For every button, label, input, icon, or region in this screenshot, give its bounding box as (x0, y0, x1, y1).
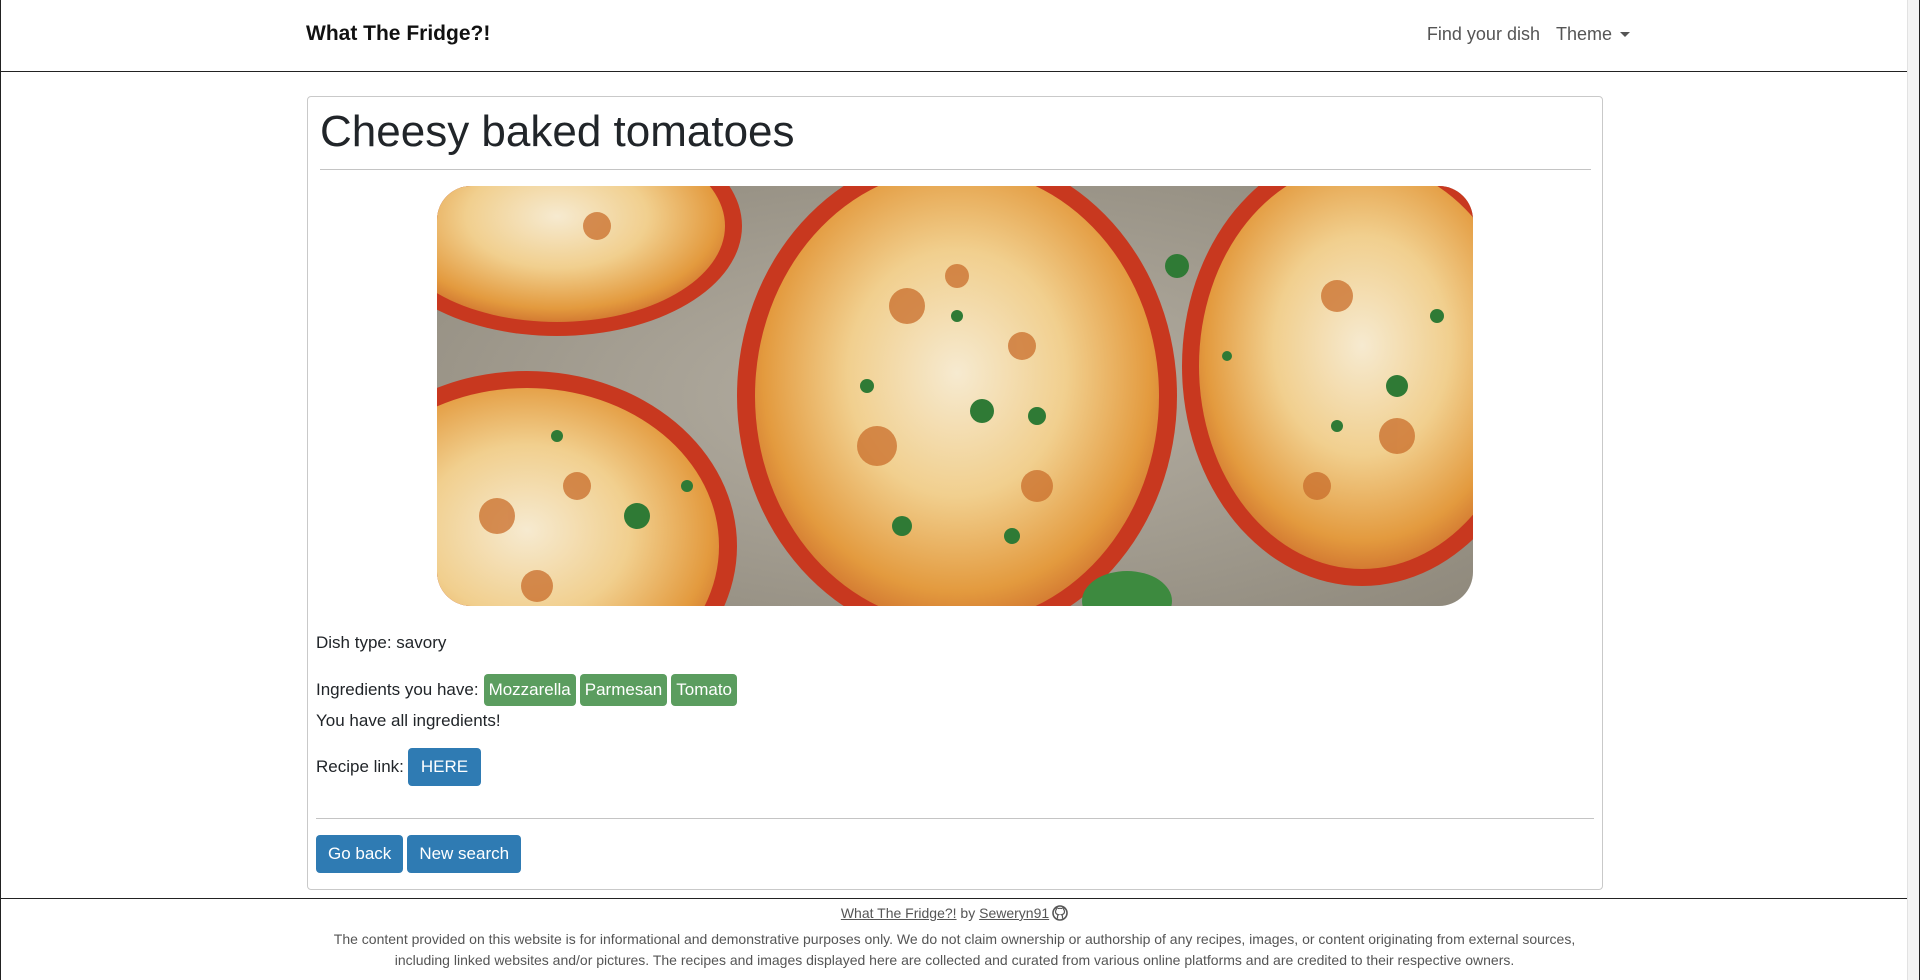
footer-by: by (960, 905, 976, 921)
nav-link-find-your-dish[interactable]: Find your dish (1427, 24, 1540, 45)
recipe-title: Cheesy baked tomatoes (320, 107, 795, 156)
recipe-link-row: Recipe link: HERE (316, 748, 482, 786)
card-actions: Go back New search (316, 835, 522, 873)
dish-type: Dish type: savory (316, 633, 447, 652)
title-divider (320, 169, 1591, 170)
vertical-scrollbar[interactable] (1907, 0, 1919, 980)
theme-dropdown-label: Theme (1555, 24, 1612, 44)
nav-links: Find your dish Theme (1427, 24, 1630, 45)
ingredient-badge-tomato: Tomato (671, 674, 737, 706)
recipe-card: Cheesy baked tomatoes Dish type: savory … (307, 96, 1603, 890)
navbar: What The Fridge?! Find your dish Theme (1, 0, 1908, 72)
footer-credit: What The Fridge?! by Seweryn91 (1, 905, 1908, 924)
all-ingredients-message: You have all ingredients! (316, 711, 501, 730)
dish-image (437, 186, 1473, 606)
ingredient-badge-parmesan: Parmesan (579, 674, 668, 706)
disclaimer-line-2: including linked websites and/or picture… (394, 952, 1515, 968)
ingredients-label: Ingredients you have: (316, 680, 479, 699)
theme-dropdown[interactable]: Theme (1556, 24, 1630, 45)
new-search-button[interactable]: New search (407, 835, 522, 873)
github-icon[interactable] (1052, 905, 1068, 924)
recipe-link-label: Recipe link: (316, 757, 404, 776)
actions-divider (316, 818, 1594, 819)
ingredient-badge-mozzarella: Mozzarella (483, 674, 576, 706)
navbar-brand[interactable]: What The Fridge?! (306, 22, 490, 46)
go-back-button[interactable]: Go back (316, 835, 404, 873)
ingredients-row: Ingredients you have: Mozzarella Parmesa… (316, 674, 741, 706)
disclaimer-line-1: The content provided on this website is … (333, 931, 1576, 947)
dish-photo-illustration (437, 186, 1473, 606)
footer-app-link[interactable]: What The Fridge?! (841, 905, 957, 921)
footer-author-link[interactable]: Seweryn91 (979, 905, 1049, 921)
page: What The Fridge?! Find your dish Theme C… (0, 0, 1920, 980)
recipe-link-button[interactable]: HERE (407, 748, 482, 786)
footer-disclaimer: The content provided on this website is … (301, 929, 1608, 971)
footer-divider (1, 898, 1908, 899)
caret-down-icon (1620, 32, 1630, 37)
